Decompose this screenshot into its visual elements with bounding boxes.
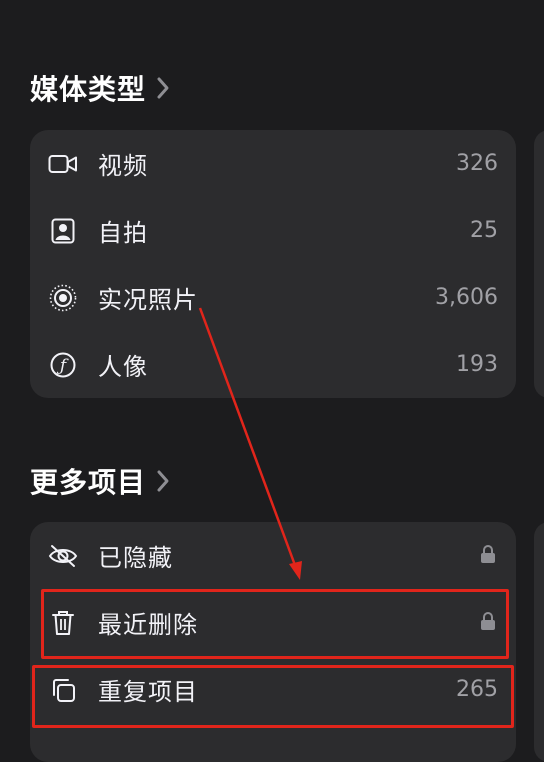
more-row-label: 已隐藏 [98,544,173,572]
lock-icon [480,544,496,568]
chevron-right-icon [156,469,170,493]
portrait-aperture-icon: ƒ [48,350,78,380]
media-types-card: 视频 326 自拍 25 实况照片 3,606 ƒ 人像 193 [30,130,516,398]
media-row-count: 3,606 [435,285,498,310]
media-row-video[interactable]: 视频 326 [30,130,516,197]
live-photo-icon [48,283,78,313]
media-row-portrait[interactable]: ƒ 人像 193 [30,331,516,398]
media-row-label: 自拍 [98,219,148,247]
media-row-count: 326 [456,151,498,176]
more-row-count: 265 [456,677,498,702]
eye-slash-icon [48,541,78,571]
media-row-label: 人像 [98,353,148,381]
more-row-label: 重复项目 [98,678,198,706]
more-items-header[interactable]: 更多项目 [30,461,170,501]
duplicate-icon [48,675,78,705]
more-row-label: 最近删除 [98,611,198,639]
next-card-peek[interactable] [534,522,544,762]
chevron-right-icon [156,76,170,100]
media-row-label: 实况照片 [98,286,198,314]
more-items-card: 已隐藏 最近删除 重复项目 265 [30,522,516,762]
more-row-hidden[interactable]: 已隐藏 [30,522,516,589]
more-row-duplicates[interactable]: 重复项目 265 [30,656,516,723]
next-card-peek[interactable] [534,130,544,398]
more-row-recently-deleted[interactable]: 最近删除 [30,589,516,656]
media-row-count: 25 [470,218,498,243]
video-icon [48,149,78,179]
media-row-selfies[interactable]: 自拍 25 [30,197,516,264]
selfie-portrait-icon [48,216,78,246]
media-row-live-photos[interactable]: 实况照片 3,606 [30,264,516,331]
svg-text:ƒ: ƒ [56,356,69,376]
media-row-count: 193 [456,352,498,377]
media-row-label: 视频 [98,152,148,180]
more-items-title: 更多项目 [30,466,147,499]
trash-icon [48,608,78,638]
lock-icon [480,611,496,635]
media-types-title: 媒体类型 [30,73,147,106]
media-types-header[interactable]: 媒体类型 [30,68,170,108]
